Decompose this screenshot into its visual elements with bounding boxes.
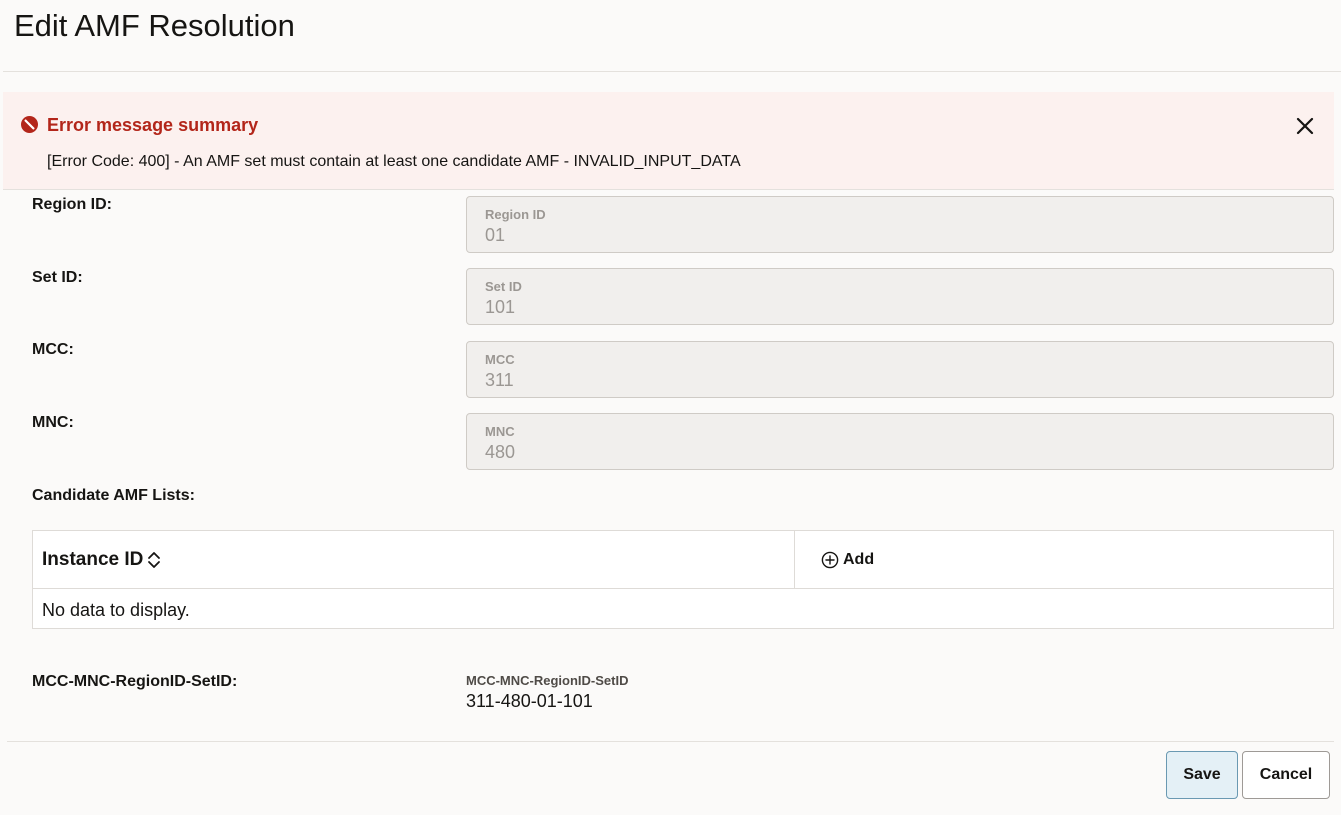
- mnc-value: 480: [485, 442, 516, 462]
- footer-divider: [7, 741, 1334, 742]
- region-id-value: 01: [485, 225, 506, 245]
- region-id-row-label: Region ID:: [32, 196, 112, 213]
- region-id-field-label: Region ID: [485, 207, 546, 222]
- candidate-amf-lists-label: Candidate AMF Lists:: [32, 487, 195, 504]
- mnc-field: MNC 480: [466, 413, 1334, 470]
- error-title: Error message summary: [47, 115, 259, 135]
- cancel-button[interactable]: Cancel: [1242, 751, 1330, 799]
- add-button[interactable]: Add: [821, 549, 874, 571]
- error-banner: Error message summary [Error Code: 400] …: [3, 92, 1334, 189]
- add-button-label: Add: [843, 551, 875, 568]
- combo-value: 311-480-01-101: [466, 691, 593, 711]
- combo-field-label: MCC-MNC-RegionID-SetID: [466, 673, 629, 688]
- region-id-field: Region ID 01: [466, 196, 1334, 253]
- page-title: Edit AMF Resolution: [14, 8, 295, 43]
- table-empty-message: No data to display.: [42, 600, 190, 620]
- add-circle-icon: [821, 551, 839, 569]
- error-message: [Error Code: 400] - An AMF set must cont…: [47, 153, 741, 170]
- combo-row-label: MCC-MNC-RegionID-SetID:: [32, 673, 238, 690]
- error-circle-icon: [21, 116, 38, 133]
- close-icon[interactable]: [1293, 114, 1317, 138]
- title-divider: [3, 71, 1341, 72]
- save-button[interactable]: Save: [1166, 751, 1238, 799]
- sort-icon[interactable]: [146, 550, 162, 570]
- mcc-field: MCC 311: [466, 341, 1334, 398]
- column-header-actions: Add: [795, 531, 1333, 589]
- column-header-label: Instance ID: [42, 549, 144, 570]
- mnc-field-label: MNC: [485, 424, 515, 439]
- banner-divider: [3, 189, 1334, 190]
- candidate-amf-table: Instance ID Add No data to display.: [32, 530, 1334, 629]
- set-id-field-label: Set ID: [485, 279, 522, 294]
- column-header-instance-id[interactable]: Instance ID: [33, 531, 795, 589]
- mcc-row-label: MCC:: [32, 341, 74, 358]
- mcc-field-label: MCC: [485, 352, 515, 367]
- set-id-field: Set ID 101: [466, 268, 1334, 325]
- mcc-value: 311: [485, 370, 514, 390]
- set-id-value: 101: [485, 297, 516, 317]
- mnc-row-label: MNC:: [32, 414, 74, 431]
- set-id-row-label: Set ID:: [32, 269, 83, 286]
